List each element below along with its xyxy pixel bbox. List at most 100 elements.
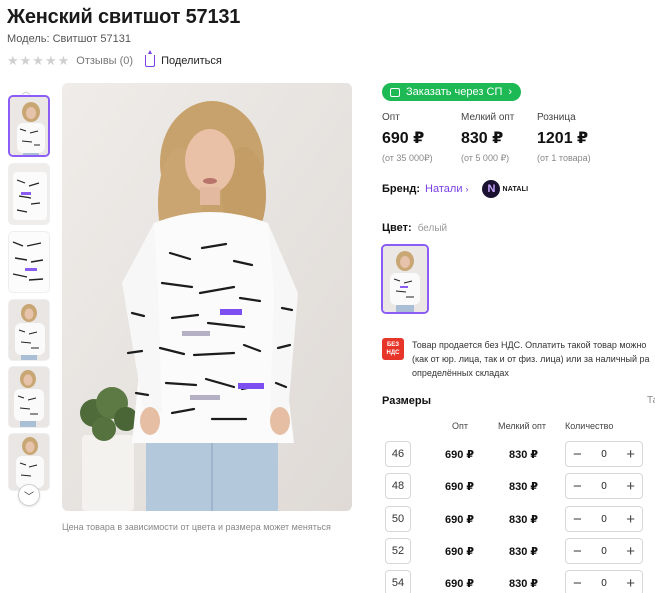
size-row: 52 690 ₽ 830 ₽ − 0 + bbox=[385, 538, 655, 564]
size-price-small-opt: 830 ₽ bbox=[509, 514, 539, 526]
rating-stars: ★★★★★ bbox=[7, 53, 71, 68]
price-note: (от 35 000₽) bbox=[382, 153, 433, 163]
quantity-value[interactable]: 0 bbox=[601, 514, 607, 525]
minus-icon[interactable]: − bbox=[573, 479, 582, 494]
vat-notice-line: Товар продается без НДС. Оплатить такой … bbox=[412, 340, 647, 350]
price-value: 1201 ₽ bbox=[537, 130, 589, 147]
plus-icon[interactable]: + bbox=[626, 479, 635, 494]
size-label: 50 bbox=[385, 506, 411, 532]
order-via-sp-button[interactable]: Заказать через СП › bbox=[382, 83, 522, 101]
no-vat-badge: БЕЗ НДС bbox=[382, 338, 404, 360]
size-row: 46 690 ₽ 830 ₽ − 0 + bbox=[385, 441, 655, 467]
vat-notice: Товар продается без НДС. Оплатить такой … bbox=[412, 338, 655, 380]
size-price-opt: 690 ₽ bbox=[445, 481, 475, 493]
price-wholesale: Опт 690 ₽ (от 35 000₽) bbox=[382, 112, 433, 164]
plus-icon[interactable]: + bbox=[626, 576, 635, 591]
quantity-stepper: − 0 + bbox=[565, 506, 643, 532]
size-table-link[interactable]: Та bbox=[647, 395, 655, 406]
vat-notice-line: определённых складах bbox=[412, 368, 509, 378]
price-disclaimer: Цена товара в зависимости от цвета и раз… bbox=[62, 522, 331, 532]
thumbs-down-button[interactable]: ﹀ bbox=[18, 484, 40, 506]
quantity-stepper: − 0 + bbox=[565, 441, 643, 467]
thumbnail-image bbox=[9, 434, 49, 490]
thumbnail-image bbox=[9, 164, 49, 224]
minus-icon[interactable]: − bbox=[573, 544, 582, 559]
brand-logo-text: NATALI bbox=[502, 185, 529, 193]
main-product-photo[interactable] bbox=[62, 83, 352, 511]
minus-icon[interactable]: − bbox=[573, 576, 582, 591]
column-header-quantity: Количество bbox=[565, 421, 614, 431]
size-row: 50 690 ₽ 830 ₽ − 0 + bbox=[385, 506, 655, 532]
color-swatch-white[interactable] bbox=[381, 244, 429, 314]
price-retail: Розница 1201 ₽ (от 1 товара) bbox=[537, 112, 591, 163]
chevron-down-icon: ﹀ bbox=[24, 491, 34, 503]
thumbnail-4[interactable] bbox=[8, 299, 50, 361]
share-label: Поделиться bbox=[161, 55, 222, 67]
size-price-opt: 690 ₽ bbox=[445, 578, 475, 590]
quantity-stepper: − 0 + bbox=[565, 473, 643, 499]
brand-label: Бренд: bbox=[382, 183, 421, 195]
price-label: Мелкий опт bbox=[461, 112, 515, 123]
price-value: 690 ₽ bbox=[382, 130, 425, 147]
minus-icon[interactable]: − bbox=[573, 512, 582, 527]
thumbnail-image bbox=[10, 97, 48, 155]
quantity-value[interactable]: 0 bbox=[601, 481, 607, 492]
rating-row: ★★★★★ Отзывы (0) Поделиться bbox=[7, 50, 222, 69]
thumbs-up-icon[interactable]: ︿ bbox=[18, 84, 34, 96]
brand-logo-icon: N bbox=[482, 180, 501, 198]
vat-notice-line: (как от юр. лица, так и от физ. лица) ил… bbox=[412, 354, 650, 364]
size-price-small-opt: 830 ₽ bbox=[509, 578, 539, 590]
cart-icon bbox=[390, 87, 400, 97]
color-value: белый bbox=[417, 222, 448, 234]
thumbnail-1[interactable] bbox=[8, 95, 50, 157]
minus-icon[interactable]: − bbox=[573, 447, 582, 462]
order-via-sp-label: Заказать через СП bbox=[406, 86, 503, 98]
product-title: Женский свитшот 57131 bbox=[7, 6, 241, 28]
sizes-title: Размеры bbox=[382, 395, 432, 407]
product-model: Модель: Свитшот 57131 bbox=[7, 33, 131, 45]
quantity-stepper: − 0 + bbox=[565, 538, 643, 564]
plus-icon[interactable]: + bbox=[626, 544, 635, 559]
brand-row: Бренд: Натали › N NATALI bbox=[382, 180, 528, 198]
thumbnail-image bbox=[9, 232, 49, 292]
price-label: Розница bbox=[537, 112, 576, 123]
size-label: 52 bbox=[385, 538, 411, 564]
quantity-stepper: − 0 + bbox=[565, 570, 643, 593]
size-price-opt: 690 ₽ bbox=[445, 546, 475, 558]
color-swatch-image bbox=[383, 246, 427, 312]
product-photo-image bbox=[62, 83, 352, 511]
quantity-value[interactable]: 0 bbox=[601, 546, 607, 557]
quantity-value[interactable]: 0 bbox=[601, 449, 607, 460]
plus-icon[interactable]: + bbox=[626, 512, 635, 527]
size-price-small-opt: 830 ₽ bbox=[509, 546, 539, 558]
size-row: 48 690 ₽ 830 ₽ − 0 + bbox=[385, 473, 655, 499]
size-price-small-opt: 830 ₽ bbox=[509, 481, 539, 493]
reviews-link[interactable]: Отзывы (0) bbox=[76, 55, 133, 67]
thumbnail-3[interactable] bbox=[8, 231, 50, 293]
chevron-right-icon: › bbox=[508, 86, 513, 98]
thumbnail-2[interactable] bbox=[8, 163, 50, 225]
chevron-right-icon: › bbox=[465, 184, 469, 194]
size-label: 48 bbox=[385, 473, 411, 499]
no-vat-badge-line1: БЕЗ bbox=[386, 342, 400, 348]
brand-link[interactable]: Натали bbox=[425, 183, 462, 195]
share-icon bbox=[145, 50, 156, 67]
size-label: 54 bbox=[385, 570, 411, 593]
thumbnail-6[interactable] bbox=[8, 433, 50, 491]
thumbnail-image bbox=[9, 300, 49, 360]
quantity-value[interactable]: 0 bbox=[601, 578, 607, 589]
share-button[interactable]: Поделиться bbox=[145, 50, 222, 67]
column-header-opt: Опт bbox=[452, 421, 468, 431]
color-row: Цвет: белый bbox=[382, 222, 447, 234]
size-row: 54 690 ₽ 830 ₽ − 0 + bbox=[385, 570, 655, 593]
thumbnail-5[interactable] bbox=[8, 366, 50, 428]
price-small-wholesale: Мелкий опт 830 ₽ (от 5 000 ₽) bbox=[461, 112, 514, 164]
plus-icon[interactable]: + bbox=[626, 447, 635, 462]
no-vat-badge-line2: НДС bbox=[386, 350, 400, 356]
size-price-opt: 690 ₽ bbox=[445, 449, 475, 461]
price-note: (от 5 000 ₽) bbox=[461, 153, 510, 163]
price-note: (от 1 товара) bbox=[537, 153, 591, 163]
size-label: 46 bbox=[385, 441, 411, 467]
brand-logo[interactable]: N NATALI bbox=[482, 180, 528, 198]
size-price-opt: 690 ₽ bbox=[445, 514, 475, 526]
